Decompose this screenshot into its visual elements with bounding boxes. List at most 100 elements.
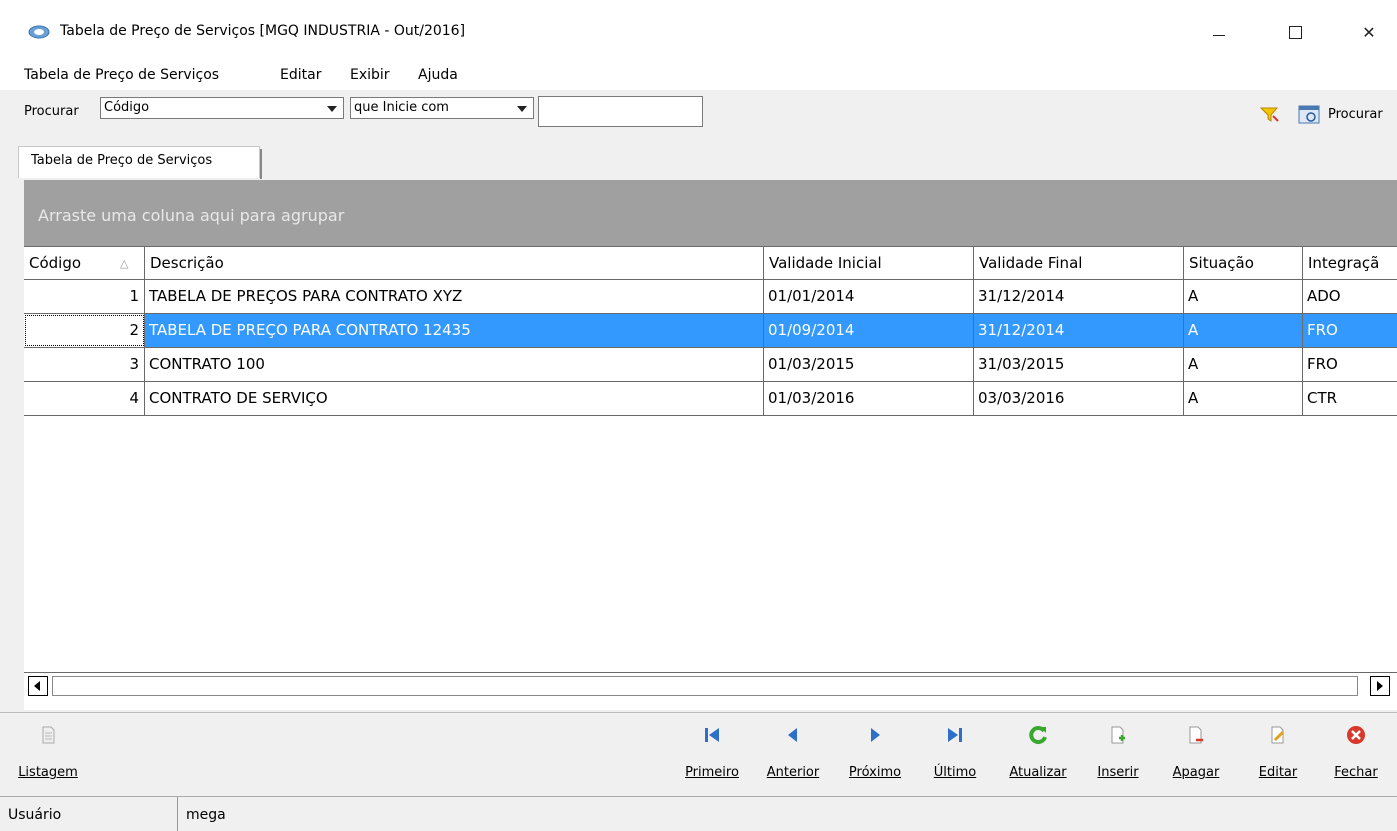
filter-icon[interactable]: [1260, 107, 1280, 123]
table-cell[interactable]: 4: [24, 382, 145, 415]
action-bar: Listagem Primeiro Anterior Próximo Últim…: [0, 712, 1397, 797]
cell-text: 1: [129, 287, 139, 305]
status-user-value-cell: mega: [178, 797, 1397, 831]
table-cell[interactable]: TABELA DE PREÇO PARA CONTRATO 12435: [145, 314, 764, 347]
cell-text: TABELA DE PREÇO PARA CONTRATO 12435: [149, 321, 471, 339]
table-cell[interactable]: CTR: [1303, 382, 1397, 415]
maximize-button[interactable]: [1272, 14, 1318, 50]
cell-text: FRO: [1307, 355, 1338, 373]
table-cell[interactable]: A: [1184, 314, 1303, 347]
table-cell[interactable]: A: [1184, 348, 1303, 381]
cell-text: 03/03/2016: [978, 389, 1064, 407]
group-by-area[interactable]: Arraste uma coluna aqui para agrupar: [24, 180, 1397, 246]
table-row[interactable]: 3 CONTRATO 100 01/03/2015 31/03/2015 A FRO: [24, 348, 1397, 382]
menu-exibir[interactable]: Exibir: [350, 67, 390, 83]
horizontal-scrollbar[interactable]: [24, 672, 1397, 699]
cell-text: 01/03/2015: [768, 355, 854, 373]
previous-record-icon: [783, 725, 803, 745]
group-hint: Arraste uma coluna aqui para agrupar: [38, 206, 344, 225]
cell-text: 31/12/2014: [978, 321, 1064, 339]
cell-text: CTR: [1307, 389, 1337, 407]
cell-text: 31/03/2015: [978, 355, 1064, 373]
column-header-descricao[interactable]: Descrição: [145, 247, 764, 279]
cell-text: A: [1188, 355, 1198, 373]
scroll-left-icon[interactable]: [28, 676, 48, 696]
table-cell[interactable]: CONTRATO 100: [145, 348, 764, 381]
menu-ajuda[interactable]: Ajuda: [418, 67, 458, 83]
grid-header: Código △ Descrição Validade Inicial Vali…: [24, 246, 1397, 280]
close-window-button[interactable]: ✕: [1346, 14, 1392, 50]
table-cell[interactable]: 31/12/2014: [974, 280, 1184, 313]
search-operator-value: que Inicie com: [354, 100, 449, 115]
table-cell[interactable]: 03/03/2016: [974, 382, 1184, 415]
search-field-value: Código: [104, 100, 149, 115]
cell-text: 4: [129, 389, 139, 407]
menu-tabela[interactable]: Tabela de Preço de Serviços: [24, 67, 219, 83]
table-cell[interactable]: ADO: [1303, 280, 1397, 313]
table-cell[interactable]: 01/09/2014: [764, 314, 974, 347]
column-header-validade-inicial[interactable]: Validade Inicial: [764, 247, 974, 279]
table-row[interactable]: 2 TABELA DE PREÇO PARA CONTRATO 12435 01/0…: [24, 314, 1397, 348]
search-label: Procurar: [24, 104, 79, 119]
search-icon[interactable]: [1298, 105, 1322, 125]
table-cell[interactable]: 01/01/2014: [764, 280, 974, 313]
table-row[interactable]: 1 TABELA DE PREÇOS PARA CONTRATO XYZ 01/01…: [24, 280, 1397, 314]
proximo-button[interactable]: Próximo: [842, 713, 908, 793]
table-cell[interactable]: FRO: [1303, 348, 1397, 381]
close-icon: [1346, 725, 1366, 745]
app-icon: [28, 24, 50, 40]
cell-text: 01/01/2014: [768, 287, 854, 305]
last-record-icon: [945, 725, 965, 745]
search-field-select[interactable]: Código: [100, 97, 344, 119]
cell-text: TABELA DE PREÇOS PARA CONTRATO XYZ: [149, 287, 462, 305]
editar-button[interactable]: Editar: [1252, 713, 1304, 793]
anterior-button[interactable]: Anterior: [760, 713, 826, 793]
column-header-situacao[interactable]: Situação: [1184, 247, 1303, 279]
scrollbar-track[interactable]: [52, 676, 1358, 696]
table-cell[interactable]: 3: [24, 348, 145, 381]
table-cell[interactable]: 1: [24, 280, 145, 313]
cell-text: 3: [129, 355, 139, 373]
column-header-integracao[interactable]: Integraçã: [1303, 247, 1397, 279]
cell-text: A: [1188, 389, 1198, 407]
chevron-down-icon: [327, 106, 337, 112]
tab-tabela-preco[interactable]: Tabela de Preço de Serviços: [18, 146, 260, 178]
table-cell[interactable]: 01/03/2016: [764, 382, 974, 415]
column-header-codigo[interactable]: Código △: [24, 247, 145, 279]
inserir-button[interactable]: Inserir: [1090, 713, 1146, 793]
search-button[interactable]: Procurar: [1328, 107, 1383, 122]
table-cell[interactable]: FRO: [1303, 314, 1397, 347]
apagar-button[interactable]: Apagar: [1168, 713, 1224, 793]
document-list-icon: [38, 725, 58, 745]
ultimo-button[interactable]: Último: [928, 713, 982, 793]
primeiro-button[interactable]: Primeiro: [680, 713, 744, 793]
atualizar-button[interactable]: Atualizar: [1002, 713, 1074, 793]
status-user-value: mega: [186, 807, 226, 823]
minimize-button[interactable]: [1196, 14, 1242, 50]
search-input[interactable]: [538, 96, 703, 127]
table-cell[interactable]: A: [1184, 382, 1303, 415]
scroll-right-icon[interactable]: [1370, 676, 1390, 696]
table-cell[interactable]: 31/03/2015: [974, 348, 1184, 381]
table-cell[interactable]: 31/12/2014: [974, 314, 1184, 347]
table-cell[interactable]: TABELA DE PREÇOS PARA CONTRATO XYZ: [145, 280, 764, 313]
refresh-icon: [1028, 725, 1048, 745]
next-record-icon: [865, 725, 885, 745]
cell-text: CONTRATO DE SERVIÇO: [149, 389, 328, 407]
listagem-button[interactable]: Listagem: [18, 713, 78, 793]
table-cell[interactable]: A: [1184, 280, 1303, 313]
cell-text: A: [1188, 321, 1198, 339]
fechar-button[interactable]: Fechar: [1326, 713, 1386, 793]
status-user-label: Usuário: [8, 807, 61, 823]
table-cell[interactable]: 2: [24, 314, 145, 347]
status-user-label-cell: Usuário: [0, 797, 178, 831]
table-cell[interactable]: 01/03/2015: [764, 348, 974, 381]
search-operator-select[interactable]: que Inicie com: [350, 97, 534, 119]
menu-editar[interactable]: Editar: [280, 67, 321, 83]
cell-text: 2: [129, 321, 139, 339]
table-cell[interactable]: CONTRATO DE SERVIÇO: [145, 382, 764, 415]
column-header-validade-final[interactable]: Validade Final: [974, 247, 1184, 279]
table-row[interactable]: 4 CONTRATO DE SERVIÇO 01/03/2016 03/03/2016…: [24, 382, 1397, 416]
first-record-icon: [702, 725, 722, 745]
delete-document-icon: [1186, 725, 1206, 745]
